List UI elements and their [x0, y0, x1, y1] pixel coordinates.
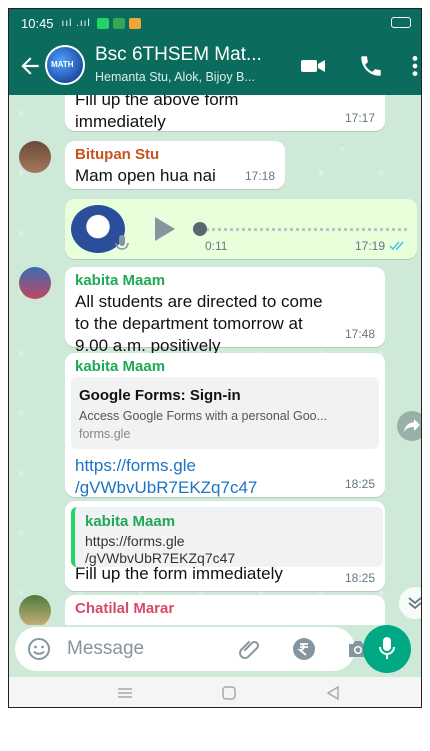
forward-button[interactable] [397, 411, 421, 441]
chevron-down-icon [408, 597, 421, 610]
back-nav-icon[interactable] [325, 685, 341, 701]
emoji-icon[interactable] [27, 637, 51, 661]
voice-message-bubble[interactable]: 0:11 17:19 [65, 199, 417, 259]
chat-area[interactable]: Fill up the above form immediately 17:17… [9, 95, 421, 625]
message-time: 17:17 [344, 111, 375, 125]
play-icon[interactable] [155, 217, 175, 241]
message-text: Fill up the form immediately [75, 564, 283, 583]
voice-progress-knob[interactable] [193, 222, 207, 236]
message-time: 18:25 [344, 477, 375, 491]
group-members[interactable]: Hemanta Stu, Alok, Bijoy B... [95, 70, 255, 84]
voice-progress-track[interactable] [199, 228, 407, 231]
sender-name[interactable]: Chatilal Marar [75, 600, 174, 617]
back-arrow-icon[interactable] [17, 53, 43, 79]
voice-record-button[interactable] [363, 625, 411, 673]
message-bubble[interactable]: Chatilal Marar [65, 595, 385, 625]
message-time: 17:19 [354, 239, 385, 253]
chat-header: MATH Bsc 6THSEM Mat... Hemanta Stu, Alok… [9, 37, 421, 95]
mic-icon [115, 235, 129, 250]
message-input[interactable]: Message [15, 627, 367, 671]
message-link[interactable]: /gVWbvUbR7EKZq7c47 [75, 477, 257, 499]
voice-duration: 0:11 [205, 239, 228, 253]
more-options-icon[interactable] [409, 53, 421, 79]
rupee-payment-icon[interactable] [291, 637, 317, 661]
whatsapp-notification-icon [96, 17, 109, 29]
preview-title: Google Forms: Sign-in [79, 387, 241, 404]
avatar[interactable] [19, 595, 51, 625]
message-time: 17:48 [344, 327, 375, 341]
status-bar: 10:45 ııl .ııl [9, 9, 421, 37]
group-avatar-text: MATH [51, 60, 74, 69]
avatar[interactable] [19, 141, 51, 173]
message-placeholder[interactable]: Message [67, 638, 144, 660]
voice-call-icon[interactable] [357, 53, 385, 79]
read-ticks-icon [389, 241, 404, 251]
forward-icon [404, 419, 420, 432]
quoted-message[interactable]: kabita Maam https://forms.gle /gVWbvUbR7… [71, 507, 383, 567]
message-time: 17:18 [244, 169, 275, 183]
scroll-down-button[interactable] [399, 587, 421, 619]
message-composer: Message [9, 625, 421, 677]
quoted-text: https://forms.gle [85, 533, 185, 549]
message-text: to the department tomorrow at [75, 314, 303, 333]
mic-icon [379, 637, 395, 659]
message-text: immediately [75, 112, 166, 131]
sender-name[interactable]: kabita Maam [75, 272, 165, 289]
video-call-icon[interactable] [299, 53, 327, 79]
preview-description: Access Google Forms with a personal Goo.… [79, 409, 328, 423]
message-text: All students are directed to come [75, 292, 323, 311]
sender-name[interactable]: kabita Maam [75, 358, 165, 375]
preview-domain: forms.gle [79, 427, 131, 441]
link-message-bubble[interactable]: kabita Maam Google Forms: Sign-in Access… [65, 353, 385, 497]
message-link[interactable]: https://forms.gle [75, 455, 257, 477]
link-preview[interactable]: Google Forms: Sign-in Access Google Form… [71, 377, 379, 449]
menu-nav-icon[interactable] [117, 685, 133, 701]
sender-name[interactable]: Bitupan Stu [75, 146, 159, 163]
message-bubble[interactable]: Fill up the above form immediately 17:17 [65, 95, 385, 131]
group-name[interactable]: Bsc 6THSEM Mat... [95, 44, 262, 66]
message-time: 18:25 [344, 571, 375, 585]
quoted-sender: kabita Maam [85, 513, 176, 530]
message-bubble[interactable]: Bitupan Stu Mam open hua nai 17:18 [65, 141, 285, 189]
battery-icon [391, 17, 411, 28]
phone-screen: 10:45 ııl .ııl MATH Bsc 6THSEM Mat... He… [8, 8, 422, 708]
status-time: 10:45 [21, 15, 54, 31]
attach-icon[interactable] [237, 637, 263, 661]
message-text: Fill up the above form [75, 95, 239, 109]
signal-icon: ııl .ııl [61, 17, 91, 29]
home-nav-icon[interactable] [221, 685, 237, 701]
message-text: Mam open hua nai [75, 166, 216, 185]
group-avatar[interactable]: MATH [45, 45, 85, 85]
reply-message-bubble[interactable]: kabita Maam https://forms.gle /gVWbvUbR7… [65, 501, 385, 591]
download-notification-icon [112, 17, 125, 29]
app-notification-icon [128, 17, 141, 29]
message-bubble[interactable]: kabita Maam All students are directed to… [65, 267, 385, 355]
avatar[interactable] [19, 267, 51, 299]
system-navigation-bar [9, 677, 421, 707]
